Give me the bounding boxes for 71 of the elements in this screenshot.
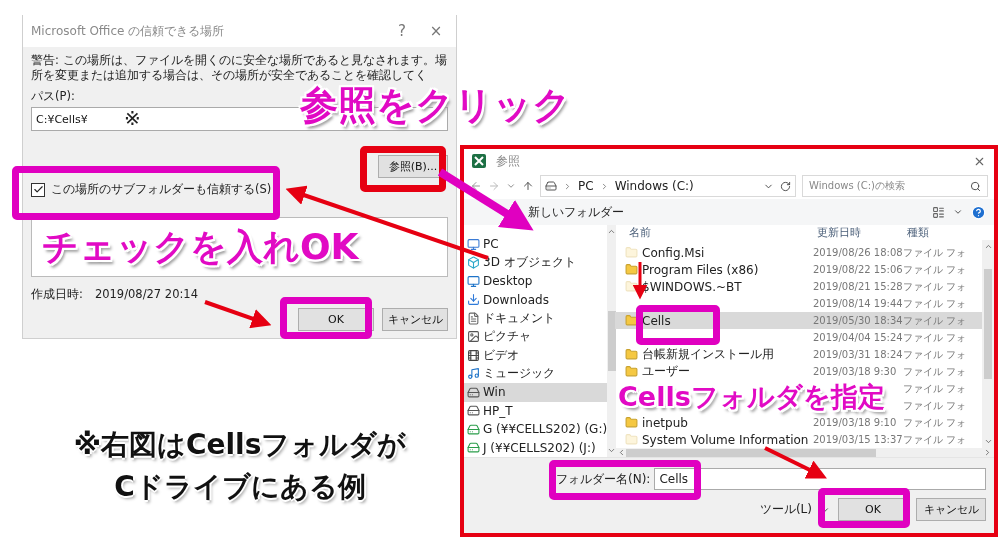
created-date: 2019/08/27 20:14 — [94, 287, 198, 302]
column-header[interactable]: 名前 — [629, 225, 817, 240]
folder-row[interactable]: System Volume Information 2019/03/15 13:37ファイル フォ — [615, 431, 982, 448]
type-cell-text: ファイル フォ — [903, 398, 968, 413]
type-cell-text: ファイル フォ — [903, 296, 968, 311]
type-cell-text: ファイル フォ — [903, 245, 968, 260]
created-label: 作成日時: — [31, 287, 83, 302]
folder-row[interactable]: ユーザー 2019/03/18 9:30 ファイル フォ — [615, 363, 982, 380]
checkbox-label: この場所のサブフォルダーも信頼する(S) — [51, 182, 272, 197]
folder-row[interactable]: Program Files (x86) 2019/08/22 15:06ファイル フォ — [615, 261, 982, 278]
folder-row[interactable]: $WINDOWS.~BT 2019/08/21 15:28ファイル フォ — [615, 278, 982, 295]
annotation-caption: Cellsフォルダを指定 — [618, 381, 885, 413]
path-label: パス(P): — [31, 89, 76, 104]
folder-name-label: フォルダー名(N): — [556, 470, 651, 488]
date-cell: 2019/08/26 18:08 — [813, 247, 903, 258]
date-cell: 2019/04/04 15:24 — [813, 332, 903, 343]
new-folder-button[interactable]: 新しいフォルダー — [528, 203, 624, 221]
cancel-button[interactable]: キャンセル — [916, 498, 986, 521]
navigation-item[interactable]: G (¥¥CELLS202) (G:) — [464, 420, 608, 439]
navigation-item[interactable]: J (¥¥CELLS202) (J:) — [464, 438, 608, 457]
column-header[interactable]: 種類 — [907, 225, 994, 240]
date-cell: 2019/03/31 18:24 — [813, 349, 903, 360]
date-cell: 2019/05/30 18:34 — [813, 315, 903, 326]
navigation-item[interactable]: ピクチャ — [464, 327, 608, 346]
date-cell-text: 2019/03/18 9:30 — [813, 366, 898, 377]
date-cell: 2019/03/15 13:37 — [813, 434, 903, 445]
navigation-item[interactable]: ビデオ — [464, 346, 608, 365]
folder-row[interactable]: Cells 2019/05/30 18:34ファイル フォ — [615, 312, 982, 329]
type-cell-text: ファイル フォ — [903, 330, 968, 345]
folder-name-field[interactable]: Cells — [654, 468, 986, 490]
navigation-item[interactable]: HP_T — [464, 401, 608, 420]
date-cell: 2019/08/22 15:06 — [813, 264, 903, 275]
search-field[interactable]: Windows (C:)の検索 — [802, 175, 988, 197]
annotation-caption: チェックを入れOK — [42, 227, 359, 267]
ok-button[interactable]: OK — [298, 308, 374, 331]
date-cell: 2019/08/21 15:28 — [813, 281, 903, 292]
navigation-item[interactable]: PC — [464, 235, 608, 254]
type-cell-text: ファイル フォ — [903, 381, 968, 396]
help-button[interactable]: ? — [390, 22, 414, 40]
date-cell: 2019/08/14 19:44 — [813, 298, 903, 309]
dialog-title: 参照 — [496, 152, 521, 170]
navigation-item[interactable]: Win — [464, 383, 608, 402]
type-cell-text: ファイル フォ — [903, 279, 968, 294]
browse-button[interactable]: 参照(B)... — [378, 155, 448, 178]
type-cell-text: ファイル フォ — [903, 347, 968, 362]
breadcrumb-item[interactable]: Windows (C:) — [614, 179, 694, 193]
note-text: Cドライブにある例 — [114, 469, 366, 505]
address-bar[interactable]: PC Windows (C:) — [540, 175, 796, 197]
reference-mark: ※ — [124, 106, 141, 130]
dialog-title: Microsoft Office の信頼できる場所 — [31, 22, 226, 40]
navigation-item[interactable]: ミュージック — [464, 364, 608, 383]
type-cell-text: ファイル フォ — [903, 313, 968, 328]
type-cell-text: ファイル フォ — [903, 415, 968, 430]
navigation-item[interactable]: Desktop — [464, 272, 608, 291]
navigation-item[interactable]: ドキュメント — [464, 309, 608, 328]
description-field[interactable]: チェックを入れOK — [31, 217, 448, 277]
breadcrumb-item[interactable]: PC — [578, 179, 594, 193]
warning-text: 警告: この場所は、ファイルを開くのに安全な場所であると見なされます。場所を変更または追加する場合は、その場所が安全であることを確認してく — [31, 53, 448, 83]
type-cell-text: ファイル フォ — [903, 432, 968, 447]
type-cell-text: ファイル フォ — [903, 364, 968, 379]
navigation-item[interactable]: Downloads — [464, 290, 608, 309]
type-cell-text: ファイル フォ — [903, 262, 968, 277]
folder-row[interactable]: Config.Msi 2019/08/26 18:08ファイル フォ — [615, 244, 982, 261]
close-button[interactable]: × — [424, 22, 448, 40]
note-text: ※右図はCellsフォルダが — [73, 427, 407, 463]
folder-row[interactable]: 台帳新規インストール用 2019/03/31 18:24ファイル フォ — [615, 346, 982, 363]
cancel-button[interactable]: キャンセル — [382, 308, 448, 331]
date-cell-text: 2019/03/18 9:10 — [813, 417, 898, 428]
folder-row[interactable]: inetpub 2019/03/18 9:10 ファイル フォ — [615, 414, 982, 431]
tools-menu[interactable]: ツール(L) — [759, 501, 812, 518]
column-header[interactable]: 更新日時 — [817, 225, 907, 240]
